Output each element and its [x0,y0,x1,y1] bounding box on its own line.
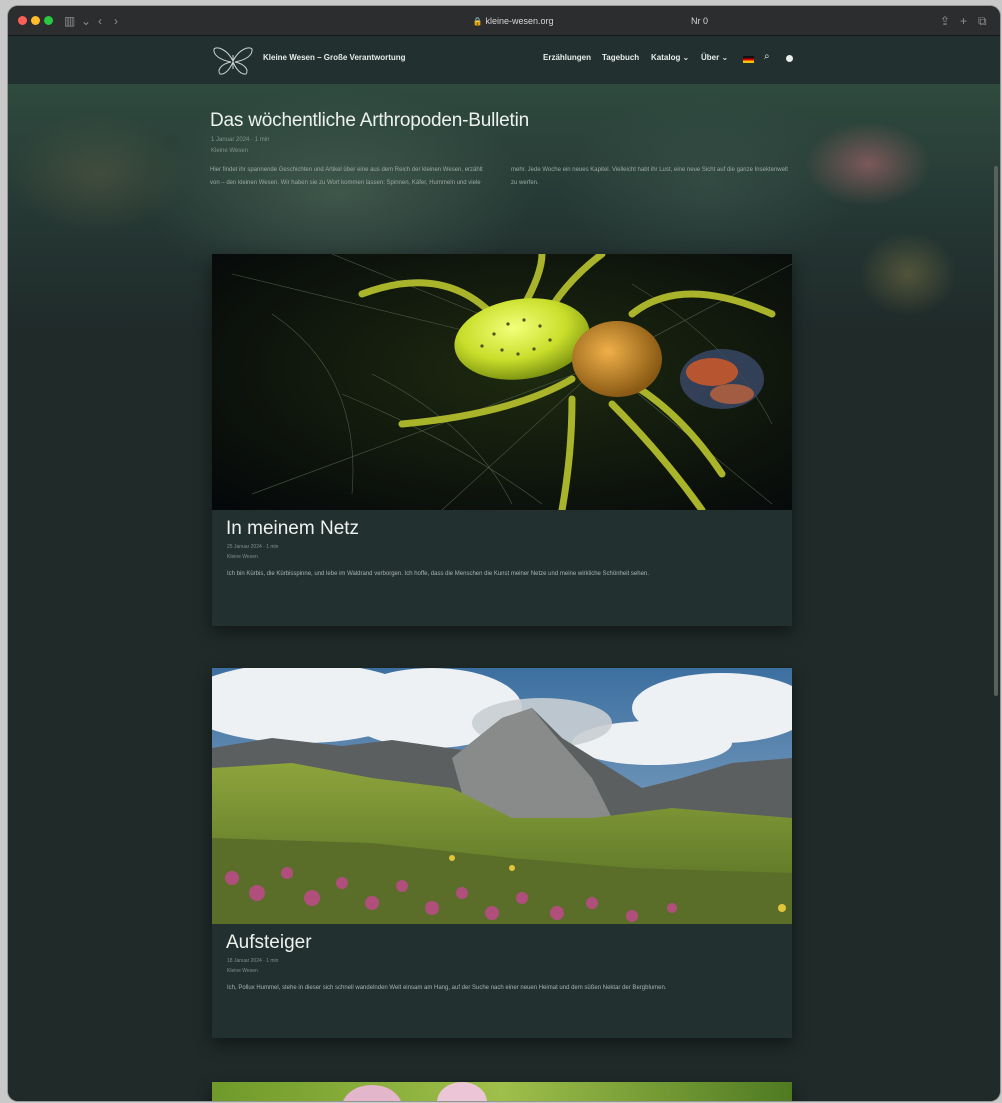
browser-toolbar: ▥ ⌄ ‹ › 🔒 kleine-wesen.org Nr 0 ⇪ + ⧉ [8,6,1000,36]
post-card[interactable] [212,1082,792,1101]
post-card[interactable]: Aufsteiger 18 Januar 2024 · 1 min Kleine… [212,668,792,1038]
german-flag-icon[interactable] [743,56,754,63]
post-title[interactable]: Aufsteiger [226,932,312,954]
close-window-button[interactable] [18,16,27,25]
reader-badge[interactable]: Nr 0 [691,14,708,29]
page-scrollbar[interactable] [994,166,998,696]
web-page: Kleine Wesen – Große Verantwortung Erzäh… [8,36,1000,1101]
forward-icon[interactable]: › [114,14,118,28]
search-icon[interactable]: ⌕ [764,51,770,63]
mountain-photo [212,668,792,924]
butterfly-logo-icon[interactable] [211,43,255,77]
nav-item-erzaehlungen[interactable]: Erzählungen [543,53,591,62]
post-excerpt: Ich, Pollux Hummel, stehe in dieser sich… [227,985,667,991]
post-excerpt: Ich bin Kürbis, die Kürbisspinne, und le… [227,571,649,577]
back-icon[interactable]: ‹ [98,14,102,28]
post-title[interactable]: In meinem Netz [226,518,359,540]
post-meta: 18 Januar 2024 · 1 min [227,958,279,964]
address-bar[interactable]: 🔒 kleine-wesen.org [448,14,578,29]
post-author[interactable]: Kleine Wesen [227,554,258,560]
chevron-down-icon[interactable]: ⌄ [81,14,91,28]
site-navbar: Kleine Wesen – Große Verantwortung Erzäh… [8,36,1000,84]
fullscreen-window-button[interactable] [44,16,53,25]
minimize-window-button[interactable] [31,16,40,25]
mountain-image[interactable] [212,668,792,924]
nav-item-tagebuch[interactable]: Tagebuch [602,53,639,62]
nav-item-ueber[interactable]: Über ⌄ [701,53,728,62]
page-author[interactable]: Kleine Wesen [211,148,248,154]
tabs-icon[interactable]: ⧉ [978,14,987,28]
spider-photo [212,254,792,510]
flower-photo [212,1082,792,1101]
page-title: Das wöchentliche Arthropoden-Bulletin [210,110,529,131]
sidebar-icon[interactable]: ▥ [64,14,75,28]
theme-toggle-icon[interactable] [786,55,793,62]
new-tab-icon[interactable]: + [960,14,967,28]
spider-image[interactable] [212,254,792,510]
browser-window: ▥ ⌄ ‹ › 🔒 kleine-wesen.org Nr 0 ⇪ + ⧉ Kle… [8,6,1000,1101]
address-bar-url: kleine-wesen.org [485,16,554,26]
site-title[interactable]: Kleine Wesen – Große Verantwortung [263,53,406,62]
nav-item-katalog[interactable]: Katalog ⌄ [651,53,689,62]
page-meta: 1 Januar 2024 · 1 min [211,137,270,143]
share-icon[interactable]: ⇪ [940,14,950,28]
page-intro: Hier findet ihr spannende Geschichten un… [210,167,788,186]
post-author[interactable]: Kleine Wesen [227,968,258,974]
lock-icon: 🔒 [472,17,483,26]
post-card[interactable]: In meinem Netz 25 Januar 2024 · 1 min Kl… [212,254,792,626]
post-meta: 25 Januar 2024 · 1 min [227,544,279,550]
